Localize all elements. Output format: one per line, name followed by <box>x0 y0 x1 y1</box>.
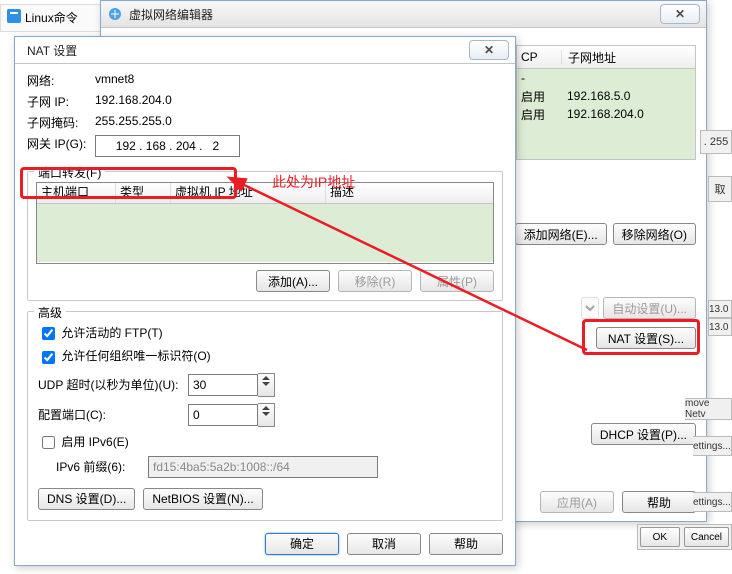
select-stub <box>581 297 599 319</box>
page-icon <box>7 9 21 26</box>
table-row[interactable]: 启用 192.168.204.0 <box>517 105 695 123</box>
ipv6-prefix-input <box>148 456 378 478</box>
gateway-label: 网关 IP(G): <box>27 135 95 157</box>
bg-ok-button[interactable]: OK <box>640 527 680 547</box>
add-network-button[interactable]: 添加网络(E)... <box>515 223 607 245</box>
bg-move-net: move Netv <box>685 398 732 420</box>
cfg-port-label: 配置端口(C): <box>38 406 188 423</box>
port-forward-label: 端口转发(F) <box>34 164 105 181</box>
allow-any-checkbox[interactable] <box>42 351 55 364</box>
nat-help-button[interactable]: 帮助 <box>429 533 503 555</box>
bg-bottom-buttons: OK Cancel <box>637 524 732 550</box>
pf-props-button: 属性(P) <box>420 270 494 292</box>
mask-value: 255.255.255.0 <box>95 114 503 131</box>
cfg-port-spinner[interactable] <box>258 403 275 427</box>
subnet-value: 192.168.204.0 <box>95 93 503 110</box>
apply-button: 应用(A) <box>540 491 614 513</box>
annotation-text: 此处为IP地址 <box>272 172 355 192</box>
config-port-input[interactable] <box>188 404 258 426</box>
vnet-editor-title: 虚拟网络编辑器 <box>129 6 660 23</box>
advanced-label: 高级 <box>34 304 66 321</box>
nat-settings-dialog: NAT 设置 ✕ 网络: vmnet8 子网 IP: 192.168.204.0… <box>14 36 516 566</box>
bg-cancel-fragment: 取 <box>708 176 732 202</box>
table-row[interactable]: 启用 192.168.5.0 <box>517 87 695 105</box>
subnet-label: 子网 IP: <box>27 93 95 110</box>
netbios-settings-button[interactable]: NetBIOS 设置(N)... <box>143 488 262 510</box>
cancel-button[interactable]: 取消 <box>347 533 421 555</box>
udp-spinner[interactable] <box>258 373 275 397</box>
network-value: vmnet8 <box>95 72 503 89</box>
help-button[interactable]: 帮助 <box>622 491 696 513</box>
gateway-input[interactable] <box>95 135 240 157</box>
nat-title: NAT 设置 <box>21 42 469 59</box>
udp-timeout-input[interactable] <box>188 374 258 396</box>
enable-ipv6-checkbox[interactable] <box>42 436 55 449</box>
dns-settings-button[interactable]: DNS 设置(D)... <box>38 488 135 510</box>
allow-ftp-checkbox[interactable] <box>42 327 55 340</box>
col-host-port: 主机端口 <box>37 183 116 203</box>
tab-label: Linux命令 <box>25 9 78 26</box>
mask-label: 子网掩码: <box>27 114 95 131</box>
bg-settings2: ettings... <box>693 492 732 512</box>
col-subnet: 子网地址 <box>562 49 695 66</box>
vnet-editor-icon <box>107 6 123 22</box>
pf-remove-button: 移除(R) <box>338 270 412 292</box>
bg-num2: 13.0 <box>708 318 732 336</box>
ok-button[interactable]: 确定 <box>265 533 339 555</box>
allow-any-label: 允许任何组织唯一标识符(O) <box>61 349 210 363</box>
udp-label: UDP 超时(以秒为单位)(U): <box>38 376 188 393</box>
auto-settings-button: 自动设置(U)... <box>603 297 696 319</box>
allow-ftp-label: 允许活动的 FTP(T) <box>61 326 162 340</box>
remove-network-button[interactable]: 移除网络(O) <box>613 223 696 245</box>
network-label: 网络: <box>27 72 95 89</box>
bg-num1: 13.0 <box>708 300 732 318</box>
vnet-editor-titlebar: 虚拟网络编辑器 ✕ <box>101 1 706 28</box>
col-type: 类型 <box>116 183 171 203</box>
dhcp-settings-button[interactable]: DHCP 设置(P)... <box>591 423 696 445</box>
enable-ipv6-label: 启用 IPv6(E) <box>61 435 128 449</box>
v6-prefix-label: IPv6 前缀(6): <box>38 458 148 475</box>
bg-settings: ettings... <box>693 436 732 456</box>
table-row[interactable]: - <box>517 69 695 87</box>
col-dhcp: CP <box>517 50 562 64</box>
pf-add-button[interactable]: 添加(A)... <box>256 270 330 292</box>
port-forward-list[interactable] <box>37 204 493 262</box>
bg-ip-fragment: . 255 <box>700 130 732 154</box>
bg-cancel-button[interactable]: Cancel <box>684 527 729 547</box>
nat-settings-button[interactable]: NAT 设置(S)... <box>596 327 696 349</box>
vnet-editor-close-icon[interactable]: ✕ <box>660 4 700 24</box>
nat-close-icon[interactable]: ✕ <box>469 40 509 60</box>
